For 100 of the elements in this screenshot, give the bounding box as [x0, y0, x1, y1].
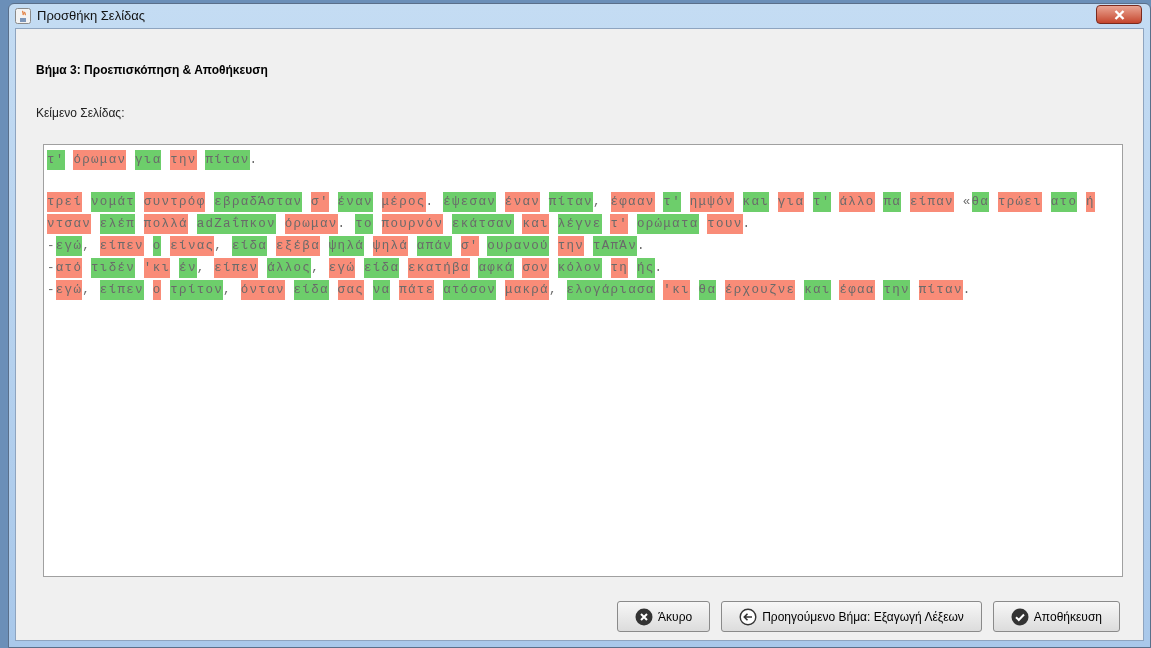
punctuation: .	[425, 195, 435, 209]
back-button[interactable]: Προηγούμενο Βήμα: Εξαγωγή Λέξεων	[721, 601, 982, 632]
highlighted-word: κόλον	[557, 258, 602, 278]
highlighted-word: ή	[1086, 192, 1095, 212]
highlighted-word: τΑπΆν	[592, 236, 637, 256]
highlighted-word: άλλος	[267, 258, 312, 278]
highlighted-word: 'κι	[143, 258, 171, 278]
highlighted-word: τρεί	[47, 192, 83, 212]
punctuation: -	[47, 283, 56, 297]
highlighted-word: πίταν	[548, 192, 593, 212]
highlighted-word: ο	[152, 280, 162, 300]
punctuation: .	[249, 153, 259, 167]
highlighted-word: σον	[522, 258, 549, 278]
punctuation: ,	[311, 261, 320, 275]
highlighted-word: τ'	[610, 214, 629, 234]
highlighted-word: για	[135, 150, 162, 170]
highlighted-word: συντρόφ	[143, 192, 206, 212]
highlighted-word: έφαα	[839, 280, 875, 300]
punctuation: .	[742, 217, 752, 231]
highlighted-word: σ'	[460, 236, 479, 256]
highlighted-word: είδα	[293, 280, 329, 300]
punctuation: ,	[548, 283, 558, 297]
punctuation: ,	[592, 195, 602, 209]
highlighted-word: τ'	[663, 192, 681, 212]
punctuation: «	[962, 195, 972, 209]
punctuation: -	[47, 239, 56, 253]
punctuation: -	[47, 261, 56, 275]
page-text-area[interactable]	[43, 144, 1123, 577]
highlighted-word: εξέβα	[275, 236, 320, 256]
highlighted-word: adZaΐπκον	[196, 214, 276, 234]
punctuation: .	[636, 239, 646, 253]
highlighted-word: ατο	[1050, 192, 1078, 212]
highlighted-word: ατό	[55, 258, 83, 278]
highlighted-word: νομάτ	[91, 192, 136, 212]
highlighted-word: ντσαν	[47, 214, 91, 234]
highlighted-word: είπεν	[214, 258, 259, 278]
highlighted-word: την	[170, 150, 197, 170]
highlighted-word: πίταν	[205, 150, 250, 170]
highlighted-word: την	[557, 236, 585, 256]
cancel-button[interactable]: Άκυρο	[617, 601, 711, 632]
highlighted-word: ψηλά	[328, 236, 364, 256]
highlighted-word: πάτε	[399, 280, 435, 300]
highlighted-word: εγώ	[55, 280, 83, 300]
highlighted-word: είνας	[170, 236, 215, 256]
punctuation: .	[962, 283, 972, 297]
highlighted-word: έν	[179, 258, 197, 278]
highlighted-word: τ'	[47, 150, 65, 170]
highlighted-word: είδα	[364, 258, 400, 278]
highlighted-word: πα	[883, 192, 902, 212]
highlighted-word: πίταν	[918, 280, 963, 300]
check-icon	[1010, 607, 1029, 626]
highlighted-word: ορώματα	[636, 214, 699, 234]
highlighted-word: άλλο	[839, 192, 875, 212]
punctuation: .	[337, 217, 347, 231]
highlighted-word: ουρανού	[487, 236, 549, 256]
text-label: Κείμενο Σελίδας:	[36, 105, 126, 122]
highlighted-word: είδα	[231, 236, 268, 256]
highlighted-word: την	[883, 280, 910, 300]
highlighted-word: ημψόν	[689, 192, 734, 212]
highlighted-word: έναν	[337, 192, 373, 212]
highlighted-word: τουν	[707, 214, 743, 234]
highlighted-word: ελογάριασα	[566, 280, 655, 300]
highlighted-word: ής	[636, 258, 655, 278]
highlighted-word: μακρά	[504, 280, 549, 300]
highlighted-word: εκάτσαν	[452, 214, 514, 234]
close-button[interactable]	[1096, 5, 1142, 24]
highlighted-word: όνταν	[240, 280, 285, 300]
save-button[interactable]: Αποθήκευση	[992, 601, 1120, 632]
highlighted-word: ατόσον	[443, 280, 497, 300]
highlighted-word: θα	[971, 192, 990, 212]
highlighted-word: έρχουζνε	[725, 280, 796, 300]
highlighted-word: εγώ	[55, 236, 83, 256]
java-icon	[15, 8, 31, 24]
highlighted-word: είπεν	[99, 280, 144, 300]
highlighted-word: είπεν	[99, 236, 144, 256]
step-heading: Βήμα 3: Προεπισκόπηση & Αποθήκευση	[36, 62, 269, 79]
highlighted-word: να	[372, 280, 391, 300]
highlighted-word: εβραδΆσταν	[214, 192, 303, 212]
highlighted-word: ο	[152, 236, 162, 256]
punctuation: ,	[82, 283, 92, 297]
window-title: Προσθήκη Σελίδας	[37, 7, 146, 26]
highlighted-word: εγώ	[328, 258, 356, 278]
highlighted-word: και	[522, 214, 549, 234]
punctuation: ,	[214, 239, 224, 253]
highlighted-word: και	[742, 192, 769, 212]
highlighted-word: είπαν	[909, 192, 954, 212]
punctuation: .	[654, 261, 664, 275]
highlighted-word: ελέπ	[99, 214, 136, 234]
highlighted-word: μέρος	[381, 192, 426, 212]
punctuation: ,	[223, 283, 232, 297]
highlighted-word: τρίτον	[170, 280, 224, 300]
highlighted-word: για	[777, 192, 805, 212]
highlighted-word: 'κι	[663, 280, 690, 300]
highlighted-word: τρώει	[997, 192, 1042, 212]
highlighted-word: λέγνε	[557, 214, 602, 234]
highlighted-word: όρωμαν	[284, 214, 338, 234]
punctuation: ,	[82, 239, 92, 253]
highlighted-word: και	[804, 280, 831, 300]
highlighted-word: σ'	[311, 192, 329, 212]
highlighted-word: αφκά	[478, 258, 514, 278]
